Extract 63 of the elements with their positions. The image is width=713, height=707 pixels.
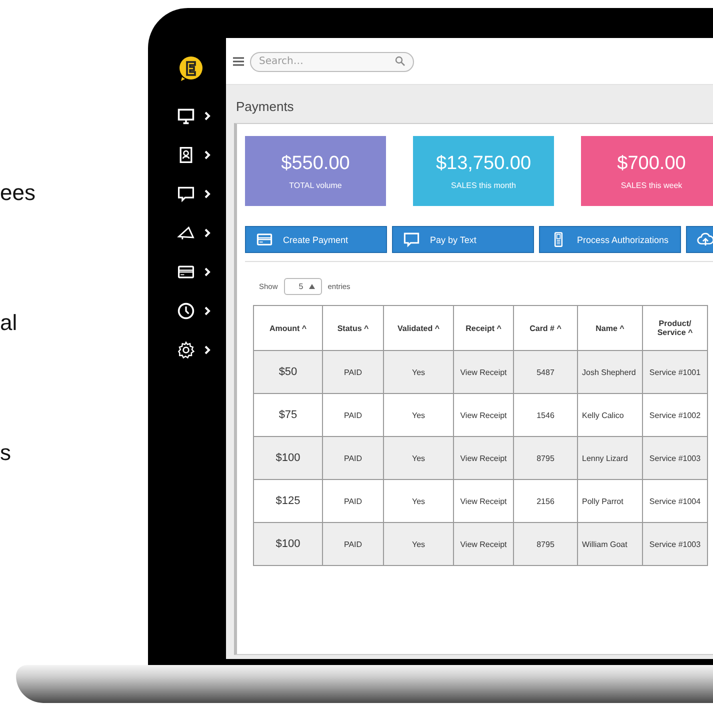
table-cell: $50 [254, 350, 322, 394]
heading-fragment: al [0, 310, 18, 337]
table-cell: $100 [254, 522, 322, 566]
chevron-icon [204, 110, 211, 120]
cloud-upload-icon [697, 231, 713, 248]
table-cell: Lenny Lizard [578, 436, 642, 480]
credit-card-icon [256, 231, 273, 248]
table-cell: PAID [322, 350, 384, 394]
stat-label: SALES this week [620, 180, 682, 190]
stat-label: TOTAL volume [289, 180, 342, 190]
column-header[interactable]: Product/ Service ^ [642, 306, 708, 350]
chevron-icon [204, 228, 211, 238]
table-cell: Josh Shepherd [578, 350, 642, 394]
table-cell: 8795 [514, 436, 578, 480]
chevron-icon [204, 188, 211, 198]
megaphone-icon [177, 224, 195, 242]
contact-card-icon [177, 146, 195, 164]
heading-fragment: ees [0, 180, 36, 207]
stat-label: SALES this month [451, 180, 516, 190]
action-button[interactable]: Process Authorizations [539, 226, 681, 253]
heading-fragment: s [0, 440, 12, 467]
column-header[interactable]: Card # ^ [514, 306, 578, 350]
table-cell: Yes [384, 436, 454, 480]
table-cell: PAID [322, 436, 384, 480]
table-cell: William Goat [578, 522, 642, 566]
caret-icon [308, 284, 315, 289]
search-icon [395, 56, 405, 66]
table-cell: Service #1003 [642, 436, 708, 480]
table-cell: View Receipt [454, 350, 514, 394]
column-header[interactable]: Validated ^ [384, 306, 454, 350]
settings-icon [177, 340, 195, 358]
speech-bubble-icon [403, 231, 420, 248]
logo-icon [178, 56, 204, 82]
column-header[interactable]: Name ^ [578, 306, 642, 350]
column-header[interactable]: Amount ^ [254, 306, 322, 350]
table-cell: Yes [384, 350, 454, 394]
column-header[interactable]: Receipt ^ [454, 306, 514, 350]
chevron-icon [204, 266, 211, 276]
table-cell: View Receipt [454, 522, 514, 566]
table-cell: 5487 [514, 350, 578, 394]
table-cell: Service #1001 [642, 350, 708, 394]
table-cell: $100 [254, 436, 322, 480]
entries-select[interactable]: 5 [284, 278, 322, 295]
action-button[interactable]: Create Payment [245, 226, 387, 253]
table-cell: Service #1003 [642, 522, 708, 566]
page-title: Payments [235, 98, 295, 116]
stat-value: $13,750.00 [436, 152, 532, 174]
stat-value: $700.00 [617, 152, 686, 174]
speech-bubble-icon [177, 184, 195, 202]
chevron-icon [204, 306, 211, 316]
clock-icon [177, 302, 195, 320]
chevron-icon [204, 150, 211, 160]
table-cell: Yes [384, 522, 454, 566]
chevron-icon [204, 344, 211, 354]
table-cell: 8795 [514, 522, 578, 566]
table-cell: PAID [322, 522, 384, 566]
table-cell: View Receipt [454, 436, 514, 480]
monitor-icon [177, 106, 195, 124]
action-button[interactable]: Pay by Text [392, 226, 534, 253]
column-header[interactable]: Status ^ [322, 306, 384, 350]
search-field[interactable]: Search… [250, 52, 414, 72]
stat-value: $550.00 [281, 152, 350, 174]
menu-icon[interactable] [233, 56, 244, 66]
